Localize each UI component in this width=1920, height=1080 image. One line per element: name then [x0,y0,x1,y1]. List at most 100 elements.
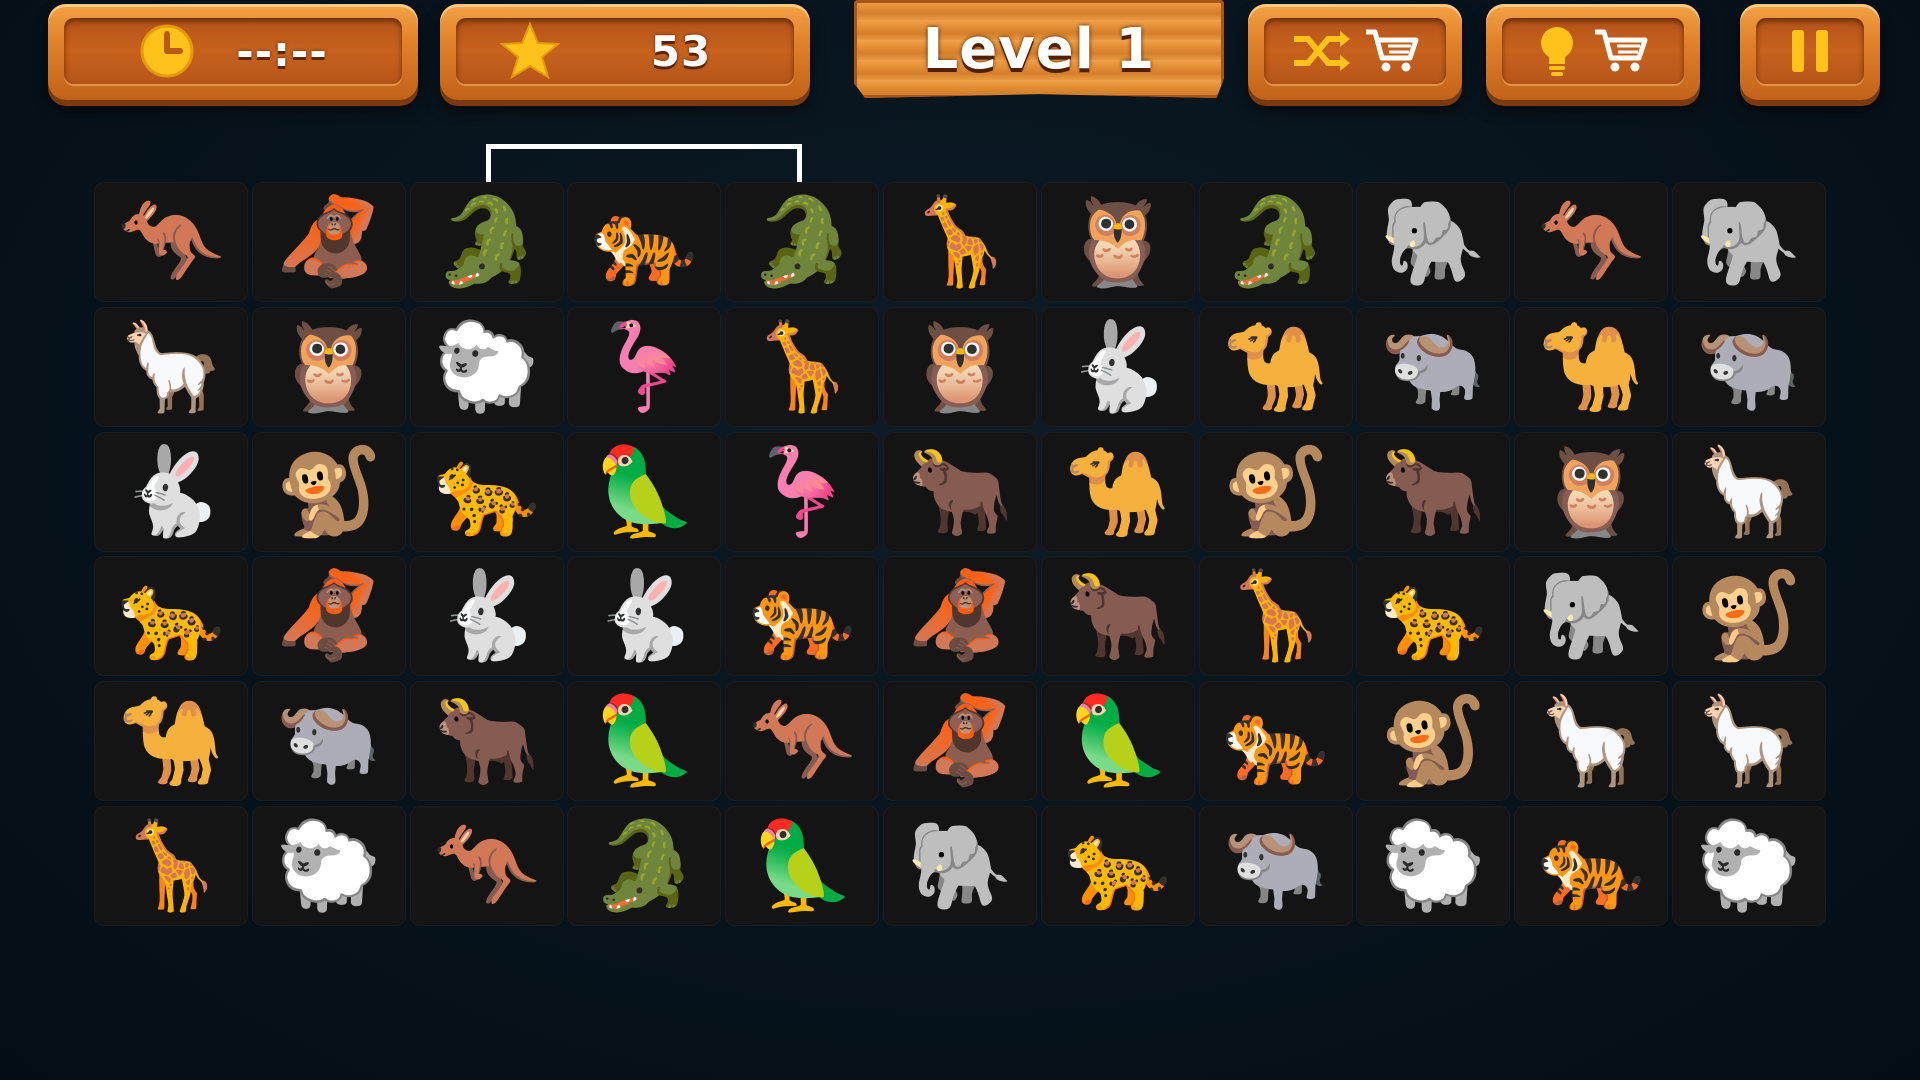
tile-rabbit[interactable]: 🐇 [567,556,722,677]
rabbit-icon: 🐇 [433,566,541,667]
tile-leopard[interactable]: 🐆 [1356,556,1511,677]
tile-elephant[interactable]: 🐘 [882,805,1037,926]
tile-parrot[interactable]: 🦜 [567,431,722,552]
tile-tiger[interactable]: 🐅 [1198,681,1353,802]
tile-leopard[interactable]: 🐆 [1040,805,1195,926]
leopard-icon: 🐆 [1064,815,1172,916]
owl-icon: 🦉 [1537,441,1645,542]
tile-crocodile[interactable]: 🐊 [1198,182,1353,302]
tile-owl[interactable]: 🦉 [1514,431,1669,552]
water-buffalo-icon: 🐃 [1222,815,1330,916]
llama-icon: 🦙 [1695,441,1803,542]
giraffe-icon: 🦒 [748,316,856,417]
giraffe-icon: 🦒 [1222,566,1330,667]
crocodile-icon: 🐊 [748,192,856,292]
tile-owl[interactable]: 🦉 [882,306,1037,427]
tile-owl[interactable]: 🦉 [251,306,406,427]
tile-monkey[interactable]: 🐒 [1671,556,1826,677]
tile-water-buffalo[interactable]: 🐃 [251,681,406,802]
tile-water-buffalo[interactable]: 🐃 [1356,306,1511,427]
kangaroo-icon: 🦘 [117,192,225,292]
tile-rabbit[interactable]: 🐇 [94,431,248,552]
tile-sheep[interactable]: 🐑 [1671,805,1826,926]
tile-ox[interactable]: 🐂 [1356,431,1511,552]
tile-orangutan[interactable]: 🦧 [882,556,1037,677]
tile-ox[interactable]: 🐂 [409,681,564,802]
tile-kangaroo[interactable]: 🦘 [725,681,880,802]
tile-giraffe[interactable]: 🦒 [1198,556,1353,677]
selection-corner [733,266,763,296]
tile-crocodile[interactable]: 🐊 [567,805,722,926]
orangutan-icon: 🦧 [906,691,1014,792]
game-stage: --:-- 53 Level 1 🦘 🦧 🐊 🐅 🐊 🦒 🦉 🐊 🐘 🦘 🐘 🦙… [0,0,1920,1080]
tile-kangaroo[interactable]: 🦘 [409,805,564,926]
tile-camel[interactable]: 🐪 [1198,306,1353,427]
pause-button[interactable] [1740,4,1880,100]
tile-ox[interactable]: 🐂 [882,431,1037,552]
tile-leopard[interactable]: 🐆 [409,431,564,552]
elephant-icon: 🐘 [1695,192,1803,292]
tile-rabbit[interactable]: 🐇 [1040,306,1195,427]
tile-sheep[interactable]: 🐑 [251,805,406,926]
water-buffalo-icon: 🐃 [1695,316,1803,417]
tile-camel[interactable]: 🐪 [1514,306,1669,427]
tile-water-buffalo[interactable]: 🐃 [1671,306,1826,427]
tile-camel[interactable]: 🐪 [1040,431,1195,552]
selection-corner [418,266,448,296]
tile-owl[interactable]: 🦉 [1040,182,1195,302]
tile-giraffe[interactable]: 🦒 [882,182,1037,302]
selection-corner [841,266,871,296]
tile-flamingo[interactable]: 🦩 [725,431,880,552]
giraffe-icon: 🦒 [117,815,225,916]
shuffle-shop-button[interactable] [1248,4,1462,100]
tile-orangutan[interactable]: 🦧 [251,556,406,677]
tile-monkey[interactable]: 🐒 [251,431,406,552]
tile-sheep[interactable]: 🐑 [409,306,564,427]
tile-elephant[interactable]: 🐘 [1356,182,1511,302]
orangutan-icon: 🦧 [906,566,1014,667]
tile-leopard[interactable]: 🐆 [94,556,248,677]
tile-water-buffalo[interactable]: 🐃 [1198,805,1353,926]
tile-monkey[interactable]: 🐒 [1198,431,1353,552]
camel-icon: 🐪 [1064,441,1172,542]
elephant-icon: 🐘 [1537,566,1645,667]
tile-crocodile[interactable]: 🐊 [409,182,564,302]
tile-sheep[interactable]: 🐑 [1356,805,1511,926]
tile-rabbit[interactable]: 🐇 [409,556,564,677]
tile-camel[interactable]: 🐪 [94,681,248,802]
tiger-icon: 🐅 [1222,691,1330,792]
tile-crocodile[interactable]: 🐊 [725,182,880,302]
tile-llama[interactable]: 🦙 [94,306,248,427]
tile-tiger[interactable]: 🐅 [567,182,722,302]
tile-llama[interactable]: 🦙 [1514,681,1669,802]
sheep-icon: 🐑 [1379,815,1487,916]
tile-tiger[interactable]: 🐅 [1514,805,1669,926]
tile-kangaroo[interactable]: 🦘 [1514,182,1669,302]
sheep-icon: 🐑 [1695,815,1803,916]
tile-giraffe[interactable]: 🦒 [725,306,880,427]
tile-giraffe[interactable]: 🦒 [94,805,248,926]
tile-ox[interactable]: 🐂 [1040,556,1195,677]
kangaroo-icon: 🦘 [433,815,541,916]
tile-orangutan[interactable]: 🦧 [882,681,1037,802]
flamingo-icon: 🦩 [748,441,856,542]
tile-tiger[interactable]: 🐅 [725,556,880,677]
giraffe-icon: 🦒 [906,192,1014,292]
tile-elephant[interactable]: 🐘 [1671,182,1826,302]
tile-orangutan[interactable]: 🦧 [251,182,406,302]
tile-llama[interactable]: 🦙 [1671,681,1826,802]
level-title: Level 1 [922,16,1156,82]
tile-llama[interactable]: 🦙 [1671,431,1826,552]
tile-flamingo[interactable]: 🦩 [567,306,722,427]
tile-parrot[interactable]: 🦜 [1040,681,1195,802]
hint-shop-button[interactable] [1486,4,1700,100]
tile-parrot[interactable]: 🦜 [567,681,722,802]
crocodile-icon: 🐊 [433,192,541,292]
tile-kangaroo[interactable]: 🦘 [94,182,248,302]
tile-elephant[interactable]: 🐘 [1514,556,1669,677]
tiger-icon: 🐅 [590,192,698,292]
tile-monkey[interactable]: 🐒 [1356,681,1511,802]
ox-icon: 🐂 [1379,441,1487,542]
tile-parrot[interactable]: 🦜 [725,805,880,926]
camel-icon: 🐪 [1537,316,1645,417]
